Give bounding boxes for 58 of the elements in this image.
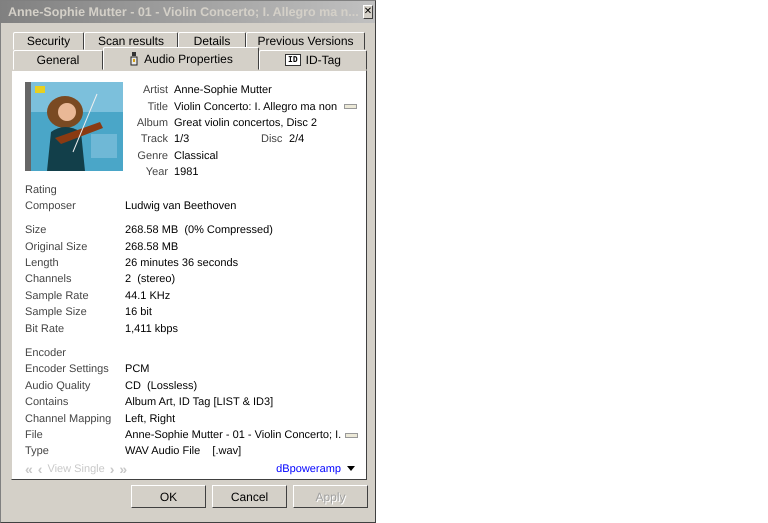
tab[interactable]: Security (13, 32, 84, 50)
field-label: Bit Rate (25, 322, 66, 335)
field-value: 268.58 MB (125, 240, 178, 253)
field-label: Encoder Settings (25, 363, 110, 376)
tab[interactable]: General (13, 50, 103, 70)
field-label: Original Size (25, 240, 88, 253)
field-label: Genre (136, 150, 168, 162)
field-value: 1981 (174, 166, 198, 178)
dialog-button[interactable]: OK (131, 485, 206, 508)
field-value: 2/4 (289, 133, 304, 146)
field-label: Disc (261, 133, 282, 146)
field-value: Album Art, ID Tag [LIST & ID3] (125, 396, 274, 408)
field-label: Contains (25, 396, 70, 408)
field-label: Sample Rate (25, 290, 90, 302)
field-value: Violin Concerto: I. Allegro ma non (174, 100, 338, 113)
brand-link[interactable]: dBpoweramp (276, 462, 341, 475)
field-label: Type (25, 445, 50, 458)
field-value: Anne-Sophie Mutter - 01 - Violin Concerto; I. (125, 429, 342, 441)
dialog-button[interactable]: Cancel (212, 485, 287, 508)
tab[interactable]: Previous Versions (246, 32, 365, 50)
field-label: Title (146, 100, 168, 113)
field-value: 2 (stereo) (125, 273, 176, 286)
field-label: Artist (142, 84, 168, 96)
audio-file-icon (129, 52, 140, 66)
field-value: 44.1 KHz (125, 290, 170, 302)
more-button[interactable] (345, 432, 358, 438)
field-value: Great violin concertos, Disc 2 (174, 116, 318, 129)
field-label: Encoder (25, 347, 67, 360)
field-label: Track (140, 133, 168, 146)
caret-icon[interactable] (347, 466, 355, 472)
tab[interactable]: Audio Properties (103, 47, 259, 70)
field-label: Channel Mapping (25, 412, 112, 425)
field-label: Composer (25, 200, 77, 212)
field-value: Anne-Sophie Mutter (174, 84, 272, 96)
field-value: PCM (125, 363, 150, 376)
field-value: 1/3 (174, 133, 190, 146)
field-label: Album (136, 116, 168, 129)
field-value: 268.58 MB (0% Compressed) (125, 224, 273, 236)
field-label: File (25, 429, 44, 441)
field-label: Length (25, 257, 60, 270)
more-button[interactable] (344, 104, 357, 110)
tab[interactable]: ID ID-Tag (259, 50, 367, 70)
field-value: CD (Lossless) (125, 380, 198, 392)
field-value: WAV Audio File [.wav] (125, 445, 242, 458)
field-label: Audio Quality (25, 380, 92, 392)
field-value: Classical (174, 150, 218, 162)
field-value: Ludwig van Beethoven (125, 200, 236, 212)
field-value: 16 bit (125, 306, 152, 318)
field-value: Left, Right (125, 412, 176, 425)
field-label: Rating (25, 184, 58, 196)
field-value: 26 minutes 36 seconds (125, 257, 238, 270)
field-label: Size (25, 224, 48, 236)
close-button[interactable]: ✕ (362, 5, 374, 19)
id-icon: ID (285, 54, 301, 66)
field-label: Year (144, 166, 168, 178)
field-value: 1,411 kbps (125, 322, 178, 335)
field-label: Channels (25, 273, 72, 286)
field-label: Sample Size (25, 306, 88, 318)
